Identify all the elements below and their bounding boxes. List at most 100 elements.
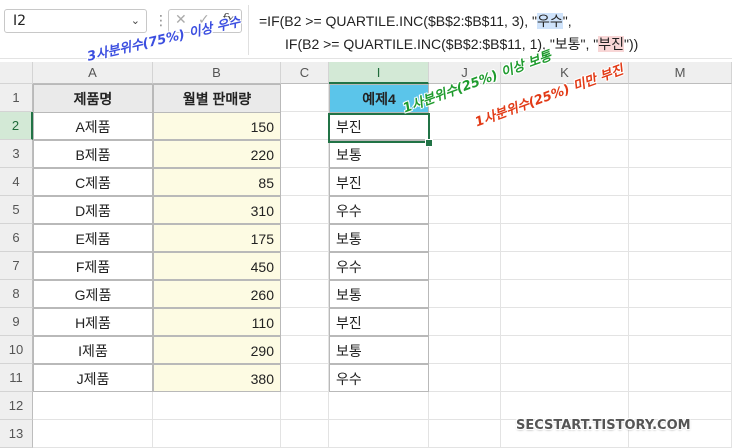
row-header-4[interactable]: 4 <box>0 168 33 196</box>
cell-empty[interactable] <box>629 252 732 280</box>
cell-empty[interactable] <box>429 140 501 168</box>
result-cell[interactable]: 보통 <box>329 224 429 252</box>
cell-empty[interactable] <box>629 140 732 168</box>
cell-empty[interactable] <box>281 392 329 420</box>
row-header-2[interactable]: 2 <box>0 112 33 140</box>
row-header-5[interactable]: 5 <box>0 196 33 224</box>
column-header-m[interactable]: M <box>629 62 732 84</box>
sales-cell[interactable]: 450 <box>153 252 281 280</box>
cell-empty[interactable] <box>429 224 501 252</box>
cell-empty[interactable] <box>281 336 329 364</box>
fill-handle[interactable] <box>425 139 433 147</box>
result-cell[interactable]: 우수 <box>329 196 429 224</box>
cell-empty[interactable] <box>33 420 153 448</box>
cell-empty[interactable] <box>629 308 732 336</box>
sales-cell[interactable]: 175 <box>153 224 281 252</box>
product-cell[interactable]: H제품 <box>33 308 153 336</box>
cell-empty[interactable] <box>501 140 629 168</box>
cell-empty[interactable] <box>501 196 629 224</box>
column-header-a[interactable]: A <box>33 62 153 84</box>
result-cell[interactable]: 부진 <box>329 168 429 196</box>
chevron-down-icon[interactable]: ⌄ <box>131 14 140 27</box>
product-cell[interactable]: A제품 <box>33 112 153 140</box>
row-header-12[interactable]: 12 <box>0 392 33 420</box>
cell-empty[interactable] <box>429 420 501 448</box>
cell-empty[interactable] <box>329 420 429 448</box>
cell-empty[interactable] <box>153 420 281 448</box>
sales-cell[interactable]: 310 <box>153 196 281 224</box>
row-header-7[interactable]: 7 <box>0 252 33 280</box>
sales-cell[interactable]: 260 <box>153 280 281 308</box>
cell-empty[interactable] <box>629 196 732 224</box>
sales-cell[interactable]: 110 <box>153 308 281 336</box>
cell-empty[interactable] <box>629 336 732 364</box>
cell-empty[interactable] <box>501 336 629 364</box>
row-header-9[interactable]: 9 <box>0 308 33 336</box>
cell-empty[interactable] <box>281 252 329 280</box>
product-cell[interactable]: B제품 <box>33 140 153 168</box>
cell-empty[interactable] <box>281 140 329 168</box>
cell-empty[interactable] <box>281 112 329 140</box>
cell-empty[interactable] <box>281 308 329 336</box>
result-cell[interactable]: 우수 <box>329 364 429 392</box>
sales-cell[interactable]: 290 <box>153 336 281 364</box>
product-cell[interactable]: J제품 <box>33 364 153 392</box>
formula-input[interactable]: =IF(B2 >= QUARTILE.INC($B$2:$B$11, 3), "… <box>248 5 732 55</box>
row-header-8[interactable]: 8 <box>0 280 33 308</box>
cell-empty[interactable] <box>629 280 732 308</box>
cell-empty[interactable] <box>429 168 501 196</box>
select-all-corner[interactable] <box>0 62 33 84</box>
cell-empty[interactable] <box>281 280 329 308</box>
column-header-i[interactable]: I <box>329 62 429 84</box>
result-cell[interactable]: 보통 <box>329 336 429 364</box>
product-cell[interactable]: F제품 <box>33 252 153 280</box>
cell-empty[interactable] <box>281 224 329 252</box>
cell-empty[interactable] <box>501 364 629 392</box>
cell-empty[interactable] <box>629 224 732 252</box>
row-header-3[interactable]: 3 <box>0 140 33 168</box>
cell-empty[interactable] <box>629 168 732 196</box>
product-cell[interactable]: E제품 <box>33 224 153 252</box>
sales-cell[interactable]: 380 <box>153 364 281 392</box>
cell-empty[interactable] <box>429 280 501 308</box>
cell-empty[interactable] <box>629 392 732 420</box>
cell-empty[interactable] <box>429 364 501 392</box>
cell-empty[interactable] <box>629 84 732 112</box>
row-header-13[interactable]: 13 <box>0 420 33 448</box>
cell-empty[interactable] <box>629 364 732 392</box>
row-header-11[interactable]: 11 <box>0 364 33 392</box>
sales-cell[interactable]: 220 <box>153 140 281 168</box>
cell-empty[interactable] <box>329 392 429 420</box>
cell-empty[interactable] <box>429 336 501 364</box>
cell-empty[interactable] <box>429 308 501 336</box>
header-monthly-sales[interactable]: 월별 판매량 <box>153 84 281 113</box>
cell-empty[interactable] <box>501 168 629 196</box>
cell-empty[interactable] <box>281 84 329 112</box>
cell-empty[interactable] <box>429 392 501 420</box>
product-cell[interactable]: C제품 <box>33 168 153 196</box>
column-header-b[interactable]: B <box>153 62 281 84</box>
sales-cell[interactable]: 85 <box>153 168 281 196</box>
cell-empty[interactable] <box>629 112 732 140</box>
cell-empty[interactable] <box>281 420 329 448</box>
cell-empty[interactable] <box>281 364 329 392</box>
row-header-10[interactable]: 10 <box>0 336 33 364</box>
cell-empty[interactable] <box>501 392 629 420</box>
cell-empty[interactable] <box>281 168 329 196</box>
cell-empty[interactable] <box>501 280 629 308</box>
row-header-6[interactable]: 6 <box>0 224 33 252</box>
cell-empty[interactable] <box>281 196 329 224</box>
cell-empty[interactable] <box>153 392 281 420</box>
result-cell[interactable]: 보통 <box>329 280 429 308</box>
cell-empty[interactable] <box>33 392 153 420</box>
cell-empty[interactable] <box>501 112 629 140</box>
cell-empty[interactable] <box>429 252 501 280</box>
sales-cell[interactable]: 150 <box>153 112 281 140</box>
result-cell[interactable]: 부진 <box>329 308 429 336</box>
cell-empty[interactable] <box>501 224 629 252</box>
product-cell[interactable]: G제품 <box>33 280 153 308</box>
product-cell[interactable]: I제품 <box>33 336 153 364</box>
header-product-name[interactable]: 제품명 <box>33 84 153 113</box>
result-cell[interactable]: 보통 <box>329 140 429 168</box>
column-header-c[interactable]: C <box>281 62 329 84</box>
